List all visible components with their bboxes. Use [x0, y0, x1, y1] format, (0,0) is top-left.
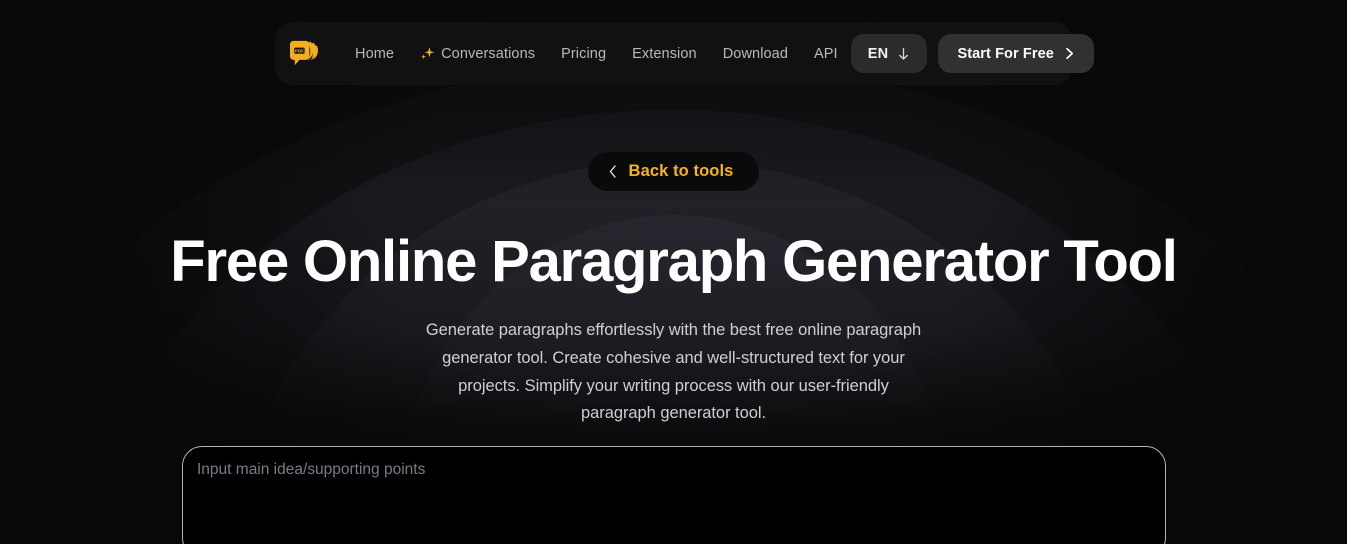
paragraph-input-container[interactable]	[182, 446, 1166, 544]
nav-item-home[interactable]: Home	[342, 38, 407, 70]
nav-item-extension-label: Extension	[632, 45, 697, 62]
nav-item-pricing-label: Pricing	[561, 45, 607, 62]
nav-item-api[interactable]: API	[801, 38, 851, 70]
start-for-free-label: Start For Free	[957, 45, 1054, 62]
nav-actions: EN Start For Free	[850, 34, 1094, 73]
nav-links: Home Conversations Pricing Extension Dow…	[342, 38, 851, 70]
top-navigation-bar: PDF Home Conversations Pricing Extension…	[275, 22, 1094, 85]
nav-item-extension[interactable]: Extension	[619, 38, 710, 70]
language-selector[interactable]: EN	[850, 34, 928, 73]
page-title: Free Online Paragraph Generator Tool	[170, 229, 1178, 294]
nav-item-conversations[interactable]: Conversations	[407, 38, 548, 70]
paragraph-input[interactable]	[197, 459, 1151, 543]
svg-text:PDF: PDF	[295, 48, 304, 53]
language-selector-label: EN	[867, 45, 889, 62]
sparkle-icon	[420, 46, 435, 61]
arrow-down-icon	[897, 47, 910, 61]
chevron-right-icon	[1064, 47, 1075, 60]
nav-item-home-label: Home	[355, 45, 395, 62]
back-to-tools-button[interactable]: Back to tools	[587, 152, 760, 191]
nav-item-download[interactable]: Download	[710, 38, 801, 70]
pdf-speech-bubble-wing-logo-icon[interactable]: PDF	[286, 37, 320, 71]
nav-item-download-label: Download	[722, 45, 789, 62]
nav-item-api-label: API	[814, 45, 838, 62]
page-subtitle: Generate paragraphs effortlessly with th…	[425, 321, 922, 423]
start-for-free-button[interactable]: Start For Free	[938, 34, 1094, 73]
back-to-tools-label: Back to tools	[628, 162, 734, 180]
nav-item-conversations-label: Conversations	[441, 45, 536, 62]
chevron-left-icon	[608, 164, 618, 179]
nav-item-pricing[interactable]: Pricing	[548, 38, 619, 70]
page-root: PDF Home Conversations Pricing Extension…	[0, 0, 1347, 544]
